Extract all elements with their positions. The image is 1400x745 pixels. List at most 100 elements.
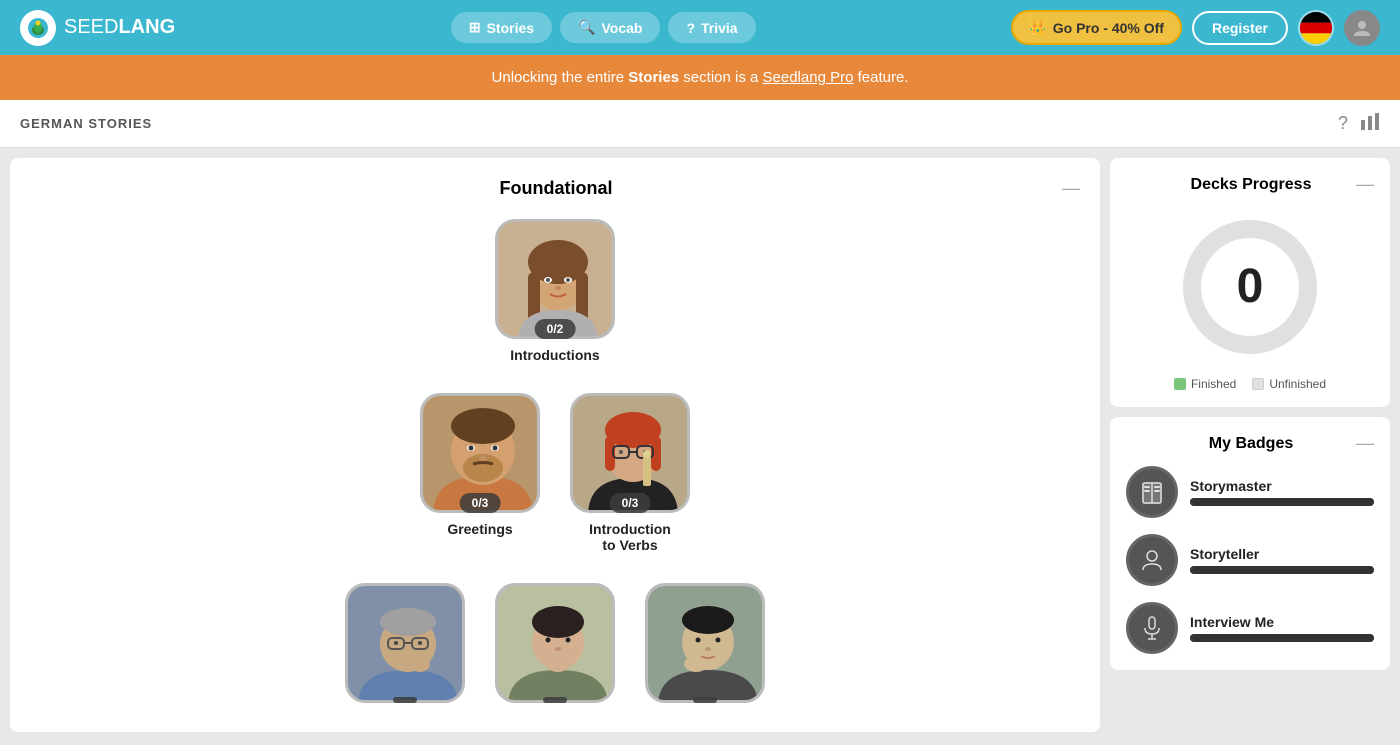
- stories-nav-button[interactable]: ⊞ Stories: [451, 12, 552, 43]
- logo-icon: [20, 10, 56, 46]
- storyteller-bar: [1190, 566, 1374, 574]
- story-image-wrapper-verbs: 0/3: [570, 393, 690, 513]
- main-area: Foundational —: [0, 148, 1400, 742]
- vocab-icon: 🔍: [578, 19, 595, 36]
- trivia-nav-button[interactable]: ? Trivia: [668, 12, 755, 43]
- register-button[interactable]: Register: [1192, 11, 1288, 45]
- badges-card: My Badges —: [1110, 417, 1390, 670]
- stories-row-2: 0/3 Greetings: [30, 393, 1080, 553]
- badge-item-storyteller: Storyteller: [1126, 534, 1374, 586]
- story-badge-introductions: 0/2: [535, 319, 576, 339]
- storyteller-info: Storyteller: [1190, 546, 1374, 574]
- story-image-frame-6: [645, 583, 765, 703]
- legend-finished: Finished: [1174, 377, 1236, 391]
- decks-progress-title: Decks Progress: [1146, 176, 1356, 194]
- story-card-intro-verbs[interactable]: 0/3 Introduction to Verbs: [570, 393, 690, 553]
- seedlang-logo-svg: [27, 17, 49, 39]
- story-card-5[interactable]: [495, 583, 615, 711]
- story-card-6[interactable]: [645, 583, 765, 711]
- banner-text-after: feature.: [853, 69, 908, 86]
- story-image-wrapper-greetings: 0/3: [420, 393, 540, 513]
- story-label-introductions: Introductions: [510, 347, 599, 363]
- decks-collapse-button[interactable]: —: [1356, 174, 1374, 195]
- language-flag[interactable]: [1298, 10, 1334, 46]
- stories-row-3: [30, 583, 1080, 711]
- story-label-verbs: Introduction to Verbs: [589, 521, 671, 553]
- decks-progress-card: Decks Progress — 0 Finished: [1110, 158, 1390, 407]
- storymaster-icon: [1126, 466, 1178, 518]
- banner-text-before: Unlocking the entire: [492, 69, 629, 86]
- stories-nav-label: Stories: [487, 20, 534, 36]
- storyteller-bar-fill: [1190, 566, 1374, 574]
- story-badge-4: [393, 697, 417, 703]
- story-image-frame-5: [495, 583, 615, 703]
- story-badge-6: [693, 697, 717, 703]
- badges-collapse-button[interactable]: —: [1356, 433, 1374, 454]
- badges-title: My Badges: [1146, 435, 1356, 453]
- section-title: Foundational: [50, 178, 1062, 199]
- nav-buttons: ⊞ Stories 🔍 Vocab ? Trivia: [215, 12, 991, 43]
- interview-info: Interview Me: [1190, 614, 1374, 642]
- stats-button[interactable]: [1360, 112, 1380, 135]
- storyteller-icon: [1126, 534, 1178, 586]
- page-title: GERMAN STORIES: [20, 116, 152, 131]
- seedlang-pro-link[interactable]: Seedlang Pro: [763, 69, 854, 86]
- banner-highlight: Stories: [628, 69, 679, 86]
- finished-label: Finished: [1191, 377, 1236, 391]
- help-button[interactable]: ?: [1338, 112, 1348, 135]
- story-card-greetings[interactable]: 0/3 Greetings: [420, 393, 540, 553]
- donut-chart: 0: [1170, 207, 1330, 367]
- stories-panel: Foundational —: [10, 158, 1100, 732]
- go-pro-label: Go Pro - 40% Off: [1053, 20, 1164, 36]
- logo-light: SEED: [64, 16, 118, 38]
- story-image-wrapper-6: [645, 583, 765, 703]
- decks-card-header: Decks Progress —: [1126, 174, 1374, 195]
- story-badge-greetings: 0/3: [460, 493, 501, 513]
- header-right: 👑 Go Pro - 40% Off Register: [1011, 10, 1380, 46]
- finished-dot: [1174, 378, 1186, 390]
- section-collapse-button[interactable]: —: [1062, 178, 1080, 199]
- story-label-greetings: Greetings: [447, 521, 512, 537]
- pro-banner: Unlocking the entire Stories section is …: [0, 55, 1400, 100]
- user-avatar[interactable]: [1344, 10, 1380, 46]
- interview-name: Interview Me: [1190, 614, 1374, 630]
- badge-list: Storymaster Storyte: [1126, 466, 1374, 654]
- logo[interactable]: SEEDLANG: [20, 10, 175, 46]
- story-card-introductions[interactable]: 0/2 Introductions: [495, 219, 615, 363]
- microphone-icon: [1138, 614, 1166, 642]
- logo-text: SEEDLANG: [64, 16, 175, 39]
- person5-image: [498, 586, 615, 703]
- story-card-4[interactable]: [345, 583, 465, 711]
- story-image-wrapper: 0/2: [495, 219, 615, 339]
- storymaster-bar-fill: [1190, 498, 1374, 506]
- badge-item-storymaster: Storymaster: [1126, 466, 1374, 518]
- interview-icon: [1126, 602, 1178, 654]
- storymaster-info: Storymaster: [1190, 478, 1374, 506]
- stories-row-1: 0/2 Introductions: [30, 219, 1080, 363]
- storymaster-bar: [1190, 498, 1374, 506]
- interview-bar: [1190, 634, 1374, 642]
- german-flag-svg: [1300, 12, 1332, 44]
- vocab-nav-button[interactable]: 🔍 Vocab: [560, 12, 660, 43]
- crown-icon: 👑: [1029, 19, 1046, 36]
- avatar-icon: [1352, 18, 1372, 38]
- trivia-icon: ?: [686, 20, 695, 36]
- page-header: GERMAN STORIES ?: [0, 100, 1400, 148]
- banner-text-middle: section is a: [679, 69, 762, 86]
- story-image-frame-4: [345, 583, 465, 703]
- stories-icon: ⊞: [469, 19, 481, 36]
- bar-chart-icon: [1360, 112, 1380, 130]
- section-header: Foundational —: [30, 178, 1080, 199]
- logo-bold: LANG: [118, 16, 175, 38]
- right-panel: Decks Progress — 0 Finished: [1110, 158, 1390, 732]
- vocab-nav-label: Vocab: [601, 20, 642, 36]
- donut-value: 0: [1237, 260, 1264, 313]
- go-pro-button[interactable]: 👑 Go Pro - 40% Off: [1011, 10, 1182, 45]
- legend-unfinished: Unfinished: [1252, 377, 1326, 391]
- trivia-nav-label: Trivia: [701, 20, 738, 36]
- story-image-wrapper-5: [495, 583, 615, 703]
- person6-image: [648, 586, 765, 703]
- story-image-wrapper-4: [345, 583, 465, 703]
- chart-legend: Finished Unfinished: [1126, 377, 1374, 391]
- register-label: Register: [1212, 20, 1268, 36]
